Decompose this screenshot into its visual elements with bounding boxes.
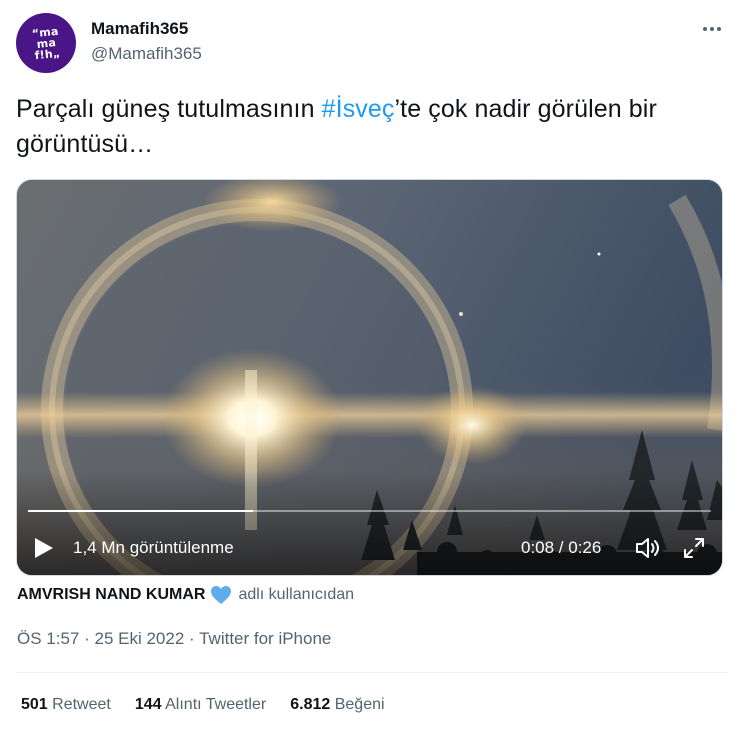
stat-label: Alıntı Tweetler xyxy=(165,696,267,713)
display-name[interactable]: Mamafih365 xyxy=(91,19,188,39)
video-frame xyxy=(17,180,722,575)
fullscreen-icon xyxy=(684,538,704,558)
tweet-text: Parçalı güneş tutulmasının #İsveç’te çok… xyxy=(16,92,728,162)
avatar-logo: “ma ma f!h„ xyxy=(31,24,61,62)
video-attribution: AMVRISH NAND KUMAR adlı kullanıcıdan xyxy=(17,585,354,605)
tweet-stats: 501 Retweet 144 Alıntı Tweetler 6.812 Be… xyxy=(21,696,409,714)
tweet: “ma ma f!h„ Mamafih365 @Mamafih365 Parça… xyxy=(0,0,745,738)
likes-count-link[interactable]: 6.812 Beğeni xyxy=(290,696,384,714)
tweet-source-link[interactable]: Twitter for iPhone xyxy=(199,629,331,648)
attribution-suffix: adlı kullanıcıdan xyxy=(238,586,355,603)
stat-value: 144 xyxy=(134,696,162,713)
volume-icon xyxy=(636,538,659,558)
meta-separator: · xyxy=(184,629,200,648)
stat-label: Beğeni xyxy=(334,696,385,713)
attribution-user-link[interactable]: AMVRISH NAND KUMAR xyxy=(17,586,205,604)
view-count: 1,4 Mn görüntülenme xyxy=(73,538,234,557)
video-time: 0:08 / 0:26 xyxy=(521,538,602,557)
stat-value: 501 xyxy=(21,696,48,713)
retweet-count-link[interactable]: 501 Retweet xyxy=(21,696,111,714)
avatar[interactable]: “ma ma f!h„ xyxy=(16,13,76,73)
video-player[interactable]: 1,4 Mn görüntülenme 0:08 / 0:26 xyxy=(16,179,723,576)
avatar-logo-line: f!h„ xyxy=(33,46,61,62)
meta-separator: · xyxy=(79,629,95,648)
play-button[interactable] xyxy=(33,536,55,560)
play-icon xyxy=(35,538,53,558)
tweet-text-start: Parçalı güneş tutulmasının xyxy=(16,95,322,123)
tweet-date-link[interactable]: 25 Eki 2022 xyxy=(94,629,184,648)
video-progress-bar[interactable] xyxy=(28,510,711,512)
more-options-button[interactable] xyxy=(697,16,727,42)
tweet-time-link[interactable]: ÖS 1:57 xyxy=(17,629,79,648)
divider xyxy=(16,672,728,673)
quote-tweets-link[interactable]: 144 Alıntı Tweetler xyxy=(135,696,266,714)
tweet-meta: ÖS 1:57 · 25 Eki 2022 · Twitter for iPho… xyxy=(17,629,331,649)
blue-heart-icon xyxy=(211,586,232,604)
stat-label: Retweet xyxy=(52,696,111,713)
more-horizontal-icon xyxy=(703,27,721,31)
fullscreen-button[interactable] xyxy=(682,536,706,560)
volume-button[interactable] xyxy=(635,536,663,560)
user-handle[interactable]: @Mamafih365 xyxy=(91,44,202,64)
video-progress-fill xyxy=(28,510,254,512)
hashtag-link[interactable]: #İsveç xyxy=(322,95,395,123)
stat-value: 6.812 xyxy=(290,696,331,713)
